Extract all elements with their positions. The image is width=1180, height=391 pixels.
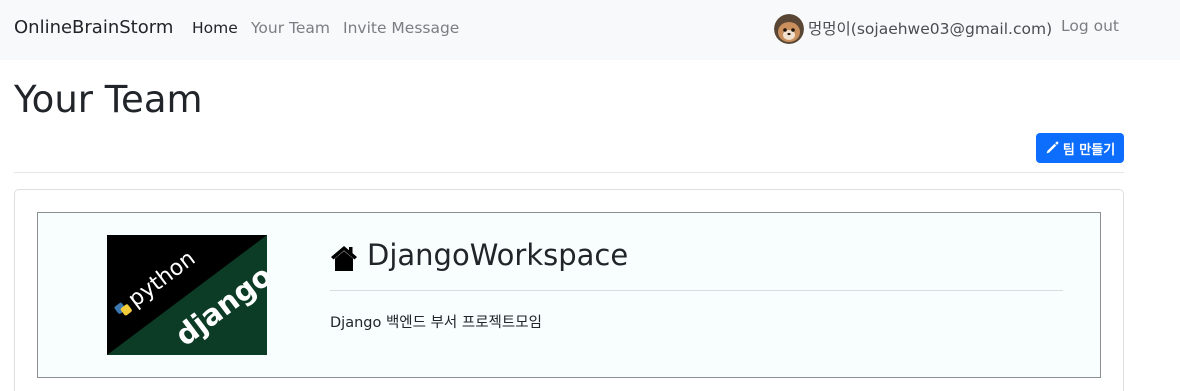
nav-link-home[interactable]: Home (192, 19, 238, 37)
user-name: 멍멍이(sojaehwe03@gmail.com) (808, 20, 1053, 38)
team-divider (330, 290, 1063, 291)
title-divider (14, 172, 1124, 173)
create-team-button[interactable]: 팀 만들기 (1036, 133, 1124, 163)
page-title: Your Team (14, 78, 203, 121)
nav-link-invite-message[interactable]: Invite Message (343, 19, 459, 37)
home-icon (331, 246, 357, 271)
top-navbar: OnlineBrainStorm Home Your Team Invite M… (0, 0, 1180, 60)
pencil-icon (1046, 141, 1059, 154)
logout-link[interactable]: Log out (1061, 17, 1119, 35)
brand-logo[interactable]: OnlineBrainStorm (14, 17, 173, 38)
user-avatar[interactable] (774, 14, 804, 44)
team-description: Django 백엔드 부서 프로젝트모임 (330, 315, 542, 331)
team-image: python django (107, 235, 278, 355)
team-name[interactable]: DjangoWorkspace (367, 238, 628, 272)
avatar-image (774, 14, 804, 44)
nav-link-your-team[interactable]: Your Team (251, 19, 330, 37)
create-team-label: 팀 만들기 (1062, 142, 1116, 158)
